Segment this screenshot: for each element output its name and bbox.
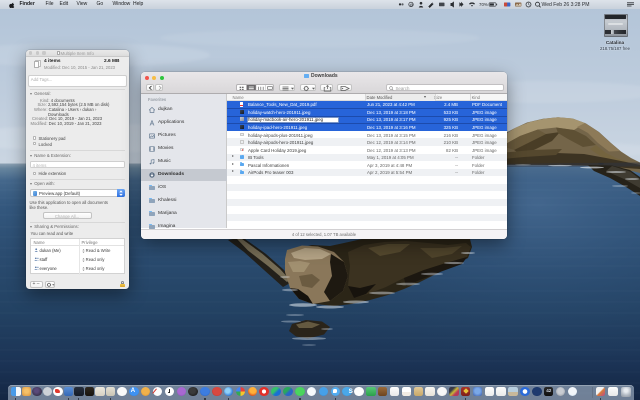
svg-text:70%: 70% [479,2,488,7]
svg-text:Wed Feb 26 3:28 PM: Wed Feb 26 3:28 PM [542,2,590,8]
svg-text:@: @ [410,2,414,7]
